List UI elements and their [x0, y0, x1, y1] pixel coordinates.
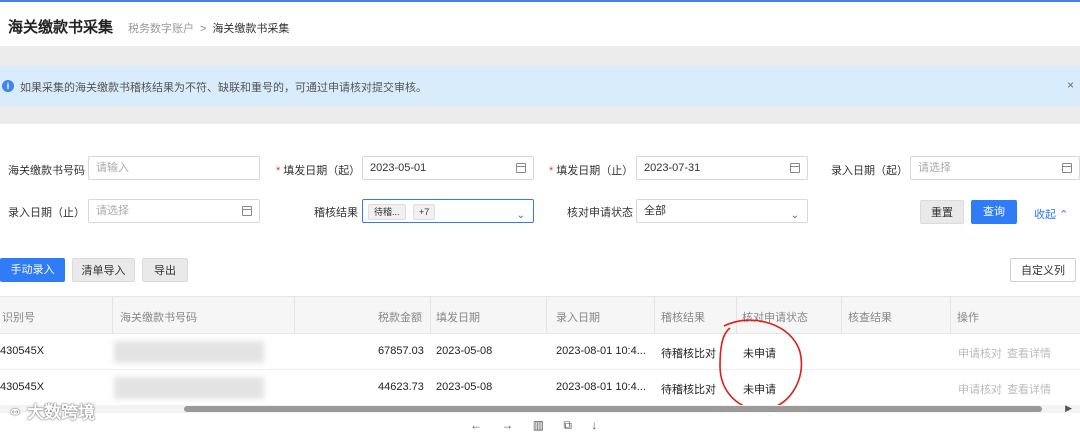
id-cell: 430545X — [0, 345, 45, 357]
watermark-icon: ⚭ — [8, 403, 23, 422]
column-header: 税款金额 — [378, 312, 422, 324]
forward-icon[interactable]: → — [501, 418, 513, 432]
export-button[interactable]: 导出 — [142, 258, 188, 282]
manual-entry-button[interactable]: 手动录入 — [0, 258, 65, 282]
column-header: 稽核结果 — [661, 312, 705, 324]
column-header: 海关缴款书号码 — [120, 312, 197, 324]
view-detail-link[interactable]: 查看详情 — [1007, 345, 1051, 361]
audit-result-label: 稽核结果 — [314, 207, 358, 219]
column-divider — [112, 297, 113, 333]
calendar-icon — [242, 206, 252, 216]
reset-button[interactable]: 重置 — [920, 200, 964, 224]
chevron-up-icon: ⌃ — [1059, 209, 1069, 221]
annotation-circle — [719, 319, 803, 411]
list-import-button[interactable]: 清单导入 — [72, 258, 135, 282]
column-header: 操作 — [957, 312, 979, 324]
id-cell: 430545X — [0, 381, 45, 393]
calendar-icon — [1062, 163, 1072, 173]
column-divider — [841, 297, 842, 333]
audit-result-more-tag: +7 — [413, 204, 436, 220]
column-divider — [654, 297, 655, 333]
custom-columns-button[interactable]: 自定义列 — [1010, 258, 1076, 282]
bottom-nav: ← → ▥ ⧉ ↓ — [470, 418, 613, 433]
search-button[interactable]: 查询 — [971, 200, 1017, 224]
column-header: 核查结果 — [848, 312, 892, 324]
fill-date-start-input[interactable]: 2023-05-01 — [362, 156, 534, 180]
fill-date-cell: 2023-05-08 — [436, 381, 493, 393]
redacted-doc-number — [114, 341, 264, 363]
scroll-right-icon[interactable]: ▶ — [1065, 403, 1072, 414]
redacted-doc-number — [114, 377, 264, 399]
chevron-down-icon: ⌄ — [790, 210, 799, 221]
share-icon[interactable]: ⧉ — [563, 418, 572, 432]
table-row[interactable]: 430545X 67857.03 2023-05-08 2023-08-01 1… — [0, 334, 1080, 370]
column-header: 填发日期 — [436, 312, 480, 324]
horizontal-scrollbar[interactable]: ▶ — [0, 403, 1080, 414]
entry-date-start-input[interactable]: 请选择 — [910, 156, 1080, 180]
column-divider — [294, 297, 295, 333]
audit-cell: 待稽核比对 — [661, 384, 716, 396]
download-icon[interactable]: ↓ — [591, 418, 597, 432]
breadcrumb: 税务数字账户 > 海关缴款书采集 — [128, 20, 289, 36]
entry-date-end-input[interactable]: 请选择 — [88, 199, 260, 223]
audit-result-tag[interactable]: 待稽... — [368, 204, 406, 220]
breadcrumb-parent[interactable]: 税务数字账户 — [128, 23, 194, 35]
alert-gap — [0, 106, 1080, 124]
entry-date-end-label: 录入日期（止） — [8, 207, 85, 219]
check-status-label: 核对申请状态 — [567, 207, 633, 219]
info-alert: i 如果采集的海关缴款书稽核结果为不符、缺联和重号的，可通过申请核对提交审核。 … — [0, 66, 1080, 106]
breadcrumb-separator: > — [200, 23, 207, 35]
calendar-icon — [516, 163, 526, 173]
column-header: 识别号 — [2, 312, 35, 324]
chevron-down-icon: ⌄ — [516, 210, 525, 221]
entry-date-cell: 2023-08-01 10:4... — [556, 345, 646, 357]
page-header: 海关缴款书采集 税务数字账户 > 海关缴款书采集 — [0, 2, 1080, 46]
apply-check-link[interactable]: 申请核对 — [958, 381, 1002, 397]
entry-date-start-label: 录入日期（起） — [831, 165, 908, 177]
audit-cell: 待稽核比对 — [661, 348, 716, 360]
check-status-select[interactable]: 全部 ⌄ — [636, 199, 808, 223]
info-icon: i — [2, 80, 14, 92]
calendar-icon — [790, 163, 800, 173]
page-title: 海关缴款书采集 — [8, 19, 114, 36]
scrollbar-thumb[interactable] — [184, 406, 1042, 412]
doc-no-input[interactable]: 请输入 — [88, 156, 260, 180]
apply-check-link[interactable]: 申请核对 — [958, 345, 1002, 361]
amount-cell: 67857.03 — [378, 345, 424, 357]
close-icon[interactable]: × — [1067, 78, 1074, 92]
doc-no-label: 海关缴款书号码 — [8, 165, 85, 177]
audit-result-select[interactable]: 待稽... +7 ⌄ — [362, 199, 534, 223]
fill-date-start-label: * 填发日期（起） — [276, 165, 361, 177]
column-divider — [430, 297, 431, 333]
fill-date-cell: 2023-05-08 — [436, 345, 493, 357]
watermark-logo: ⚭ 大数跨境 — [8, 403, 95, 422]
view-detail-link[interactable]: 查看详情 — [1007, 381, 1051, 397]
column-header: 录入日期 — [556, 312, 600, 324]
header-gap — [0, 46, 1080, 66]
back-icon[interactable]: ← — [470, 418, 482, 432]
fill-date-end-input[interactable]: 2023-07-31 — [636, 156, 808, 180]
breadcrumb-current: 海关缴款书采集 — [212, 23, 290, 35]
collapse-link[interactable]: 收起 ⌃ — [1034, 206, 1068, 222]
column-divider — [546, 297, 547, 333]
column-divider — [950, 297, 951, 333]
amount-cell: 44623.73 — [378, 381, 424, 393]
alert-message: 如果采集的海关缴款书稽核结果为不符、缺联和重号的，可通过申请核对提交审核。 — [20, 82, 427, 94]
table-row[interactable]: 430545X 44623.73 2023-05-08 2023-08-01 1… — [0, 370, 1080, 406]
fill-date-end-label: * 填发日期（止） — [549, 165, 634, 177]
table-header: 识别号 海关缴款书号码 税款金额 填发日期 录入日期 稽核结果 核对申请状态 核… — [0, 296, 1080, 334]
entry-date-cell: 2023-08-01 10:4... — [556, 381, 646, 393]
reader-icon[interactable]: ▥ — [533, 418, 544, 432]
